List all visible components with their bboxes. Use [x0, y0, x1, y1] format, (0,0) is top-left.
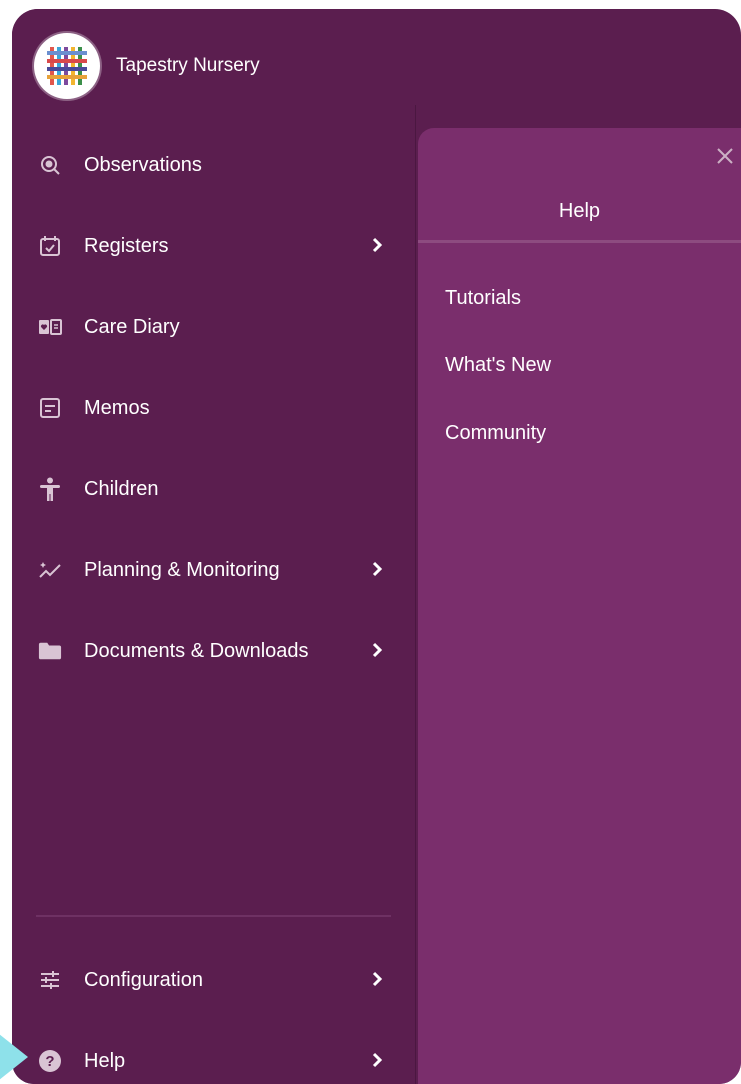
brand-name: Tapestry Nursery: [116, 55, 260, 76]
sidebar-border: [415, 105, 416, 1084]
chevron-right-icon: [371, 236, 383, 259]
chevron-right-icon: [371, 1051, 383, 1074]
calendar-check-icon: [38, 234, 62, 258]
brand[interactable]: Tapestry Nursery: [34, 29, 260, 103]
chevron-right-icon: [371, 560, 383, 583]
panel-title: Help: [558, 200, 601, 222]
nav-label: Help: [84, 1049, 126, 1072]
nav-label: Registers: [84, 234, 169, 257]
nav-item-care-diary[interactable]: Care Diary: [38, 307, 397, 347]
app-window: Tapestry Nursery Observations Registers …: [12, 9, 741, 1084]
nav-label: Observations: [84, 153, 202, 176]
folder-icon: [38, 639, 62, 663]
help-circle-icon: ?: [38, 1049, 62, 1073]
nav-label: Memos: [84, 396, 150, 419]
sidebar: Tapestry Nursery Observations Registers …: [12, 9, 415, 1084]
help-submenu-panel: Help Tutorials What's New Community: [418, 128, 741, 1084]
sidebar-divider: [36, 915, 391, 917]
memo-icon: [38, 396, 62, 420]
nav-item-planning[interactable]: Planning & Monitoring: [38, 550, 397, 590]
nav-item-observations[interactable]: Observations: [38, 145, 397, 185]
panel-divider: [418, 240, 741, 243]
nav-label: Documents & Downloads: [84, 639, 309, 662]
sparkle-trend-icon: [38, 558, 62, 582]
nav-label: Children: [84, 477, 159, 500]
link-community[interactable]: Community: [445, 422, 546, 445]
link-whats-new[interactable]: What's New: [445, 354, 551, 377]
close-button[interactable]: [711, 142, 739, 170]
link-tutorials[interactable]: Tutorials: [445, 287, 521, 310]
nav-item-help[interactable]: ? Help: [38, 1041, 397, 1081]
nav-item-documents[interactable]: Documents & Downloads: [38, 631, 397, 671]
nav-item-children[interactable]: Children: [38, 469, 397, 509]
nav-label: Planning & Monitoring: [84, 558, 280, 581]
nav-item-registers[interactable]: Registers: [38, 226, 397, 266]
sliders-icon: [38, 968, 62, 992]
chevron-right-icon: [371, 641, 383, 664]
nav-item-configuration[interactable]: Configuration: [38, 960, 397, 1000]
tapestry-logo-icon: [34, 33, 100, 99]
book-heart-icon: [38, 315, 62, 339]
nav-label: Care Diary: [84, 315, 180, 338]
tour-pointer-arrow: [0, 1030, 28, 1084]
svg-text:?: ?: [45, 1053, 54, 1070]
chevron-right-icon: [371, 970, 383, 993]
nav-label: Configuration: [84, 968, 203, 991]
nav-item-memos[interactable]: Memos: [38, 388, 397, 428]
child-figure-icon: [38, 477, 62, 501]
eye-search-icon: [38, 153, 62, 177]
